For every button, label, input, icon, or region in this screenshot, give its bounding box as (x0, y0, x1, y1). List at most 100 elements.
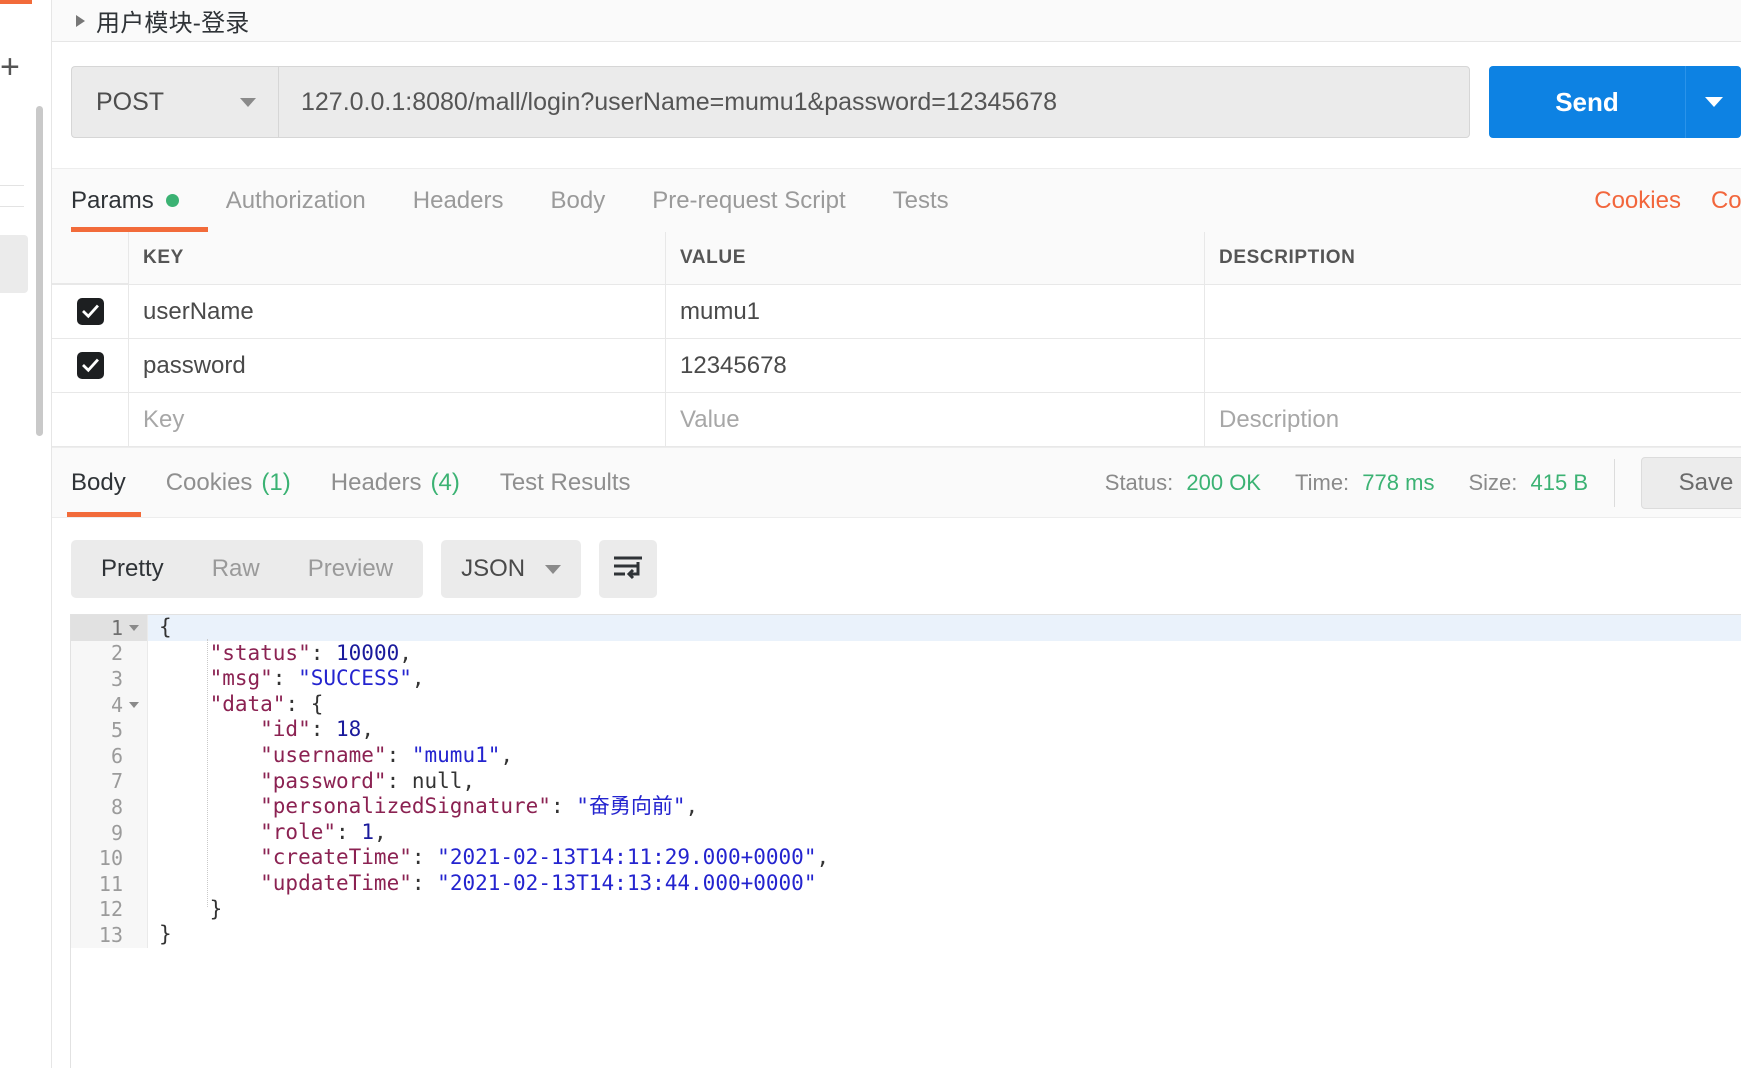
new-description-input[interactable]: Description (1205, 393, 1741, 446)
row-key[interactable]: password (129, 339, 666, 392)
breadcrumb[interactable]: 用户模块-登录 (52, 0, 1741, 42)
chevron-down-icon (545, 564, 562, 574)
word-wrap-icon (611, 553, 645, 586)
line-number: 7 (71, 768, 148, 795)
url-input[interactable]: 127.0.0.1:8080/mall/login?userName=mumu1… (278, 66, 1470, 138)
row-value[interactable]: 12345678 (666, 339, 1205, 392)
params-table-header: KEY VALUE DESCRIPTION (52, 232, 1741, 285)
tab-authorization[interactable]: Authorization (226, 169, 366, 233)
word-wrap-button[interactable] (599, 540, 658, 598)
tab-params-label: Params (71, 186, 154, 214)
code-line-text: "msg": "SUCCESS", (159, 666, 425, 691)
line-number: 5 (71, 717, 148, 743)
rail-item-selected[interactable] (0, 235, 28, 293)
tab-authorization-label: Authorization (225, 186, 366, 214)
row-value[interactable]: mumu1 (666, 285, 1205, 338)
time-label: Time: (1294, 469, 1350, 495)
header-value: VALUE (666, 232, 1205, 284)
row-checkbox-cell[interactable] (52, 285, 129, 338)
http-method-label: POST (96, 87, 165, 116)
tab-pre-request-script-label: Pre-request Script (652, 186, 846, 214)
header-description: DESCRIPTION (1219, 247, 1356, 268)
line-number: 2 (71, 640, 148, 667)
table-row-empty: Key Value Description (52, 393, 1741, 447)
response-tab-test-results[interactable]: Test Results (500, 469, 631, 497)
row-key[interactable]: userName (129, 285, 666, 338)
row-checkbox-cell[interactable] (52, 339, 129, 392)
response-tab-test-results-label: Test Results (499, 468, 631, 496)
view-mode-preview[interactable]: Preview (284, 540, 417, 598)
code-line-text: "data": { (159, 691, 324, 716)
code-link[interactable]: Cod (1711, 187, 1741, 215)
new-key-input[interactable]: Key (129, 393, 666, 446)
response-tabs: Body Cookies (1) Headers (4) Test Result… (52, 447, 1741, 517)
new-value-input[interactable]: Value (666, 393, 1205, 446)
tab-pre-request-script[interactable]: Pre-request Script (652, 169, 845, 233)
code-line-text: "status": 10000, (159, 640, 412, 665)
view-mode-pretty[interactable]: Pretty (77, 540, 188, 598)
rail-item-top[interactable] (0, 185, 24, 207)
indent-guide (207, 639, 208, 907)
line-number: 4 (71, 691, 148, 718)
table-row: userName mumu1 (52, 285, 1741, 339)
time-group: Time: 778 ms (1295, 470, 1434, 496)
code-line: 2 "status": 10000, (71, 640, 1741, 667)
rail-accent-bar (0, 0, 32, 4)
header-key: KEY (129, 232, 666, 284)
fold-toggle-icon[interactable] (129, 624, 139, 631)
code-line: 12 } (71, 896, 1741, 923)
request-tabs-right: Cookies Cod (1564, 187, 1741, 215)
breadcrumb-label: 用户模块-登录 (96, 9, 250, 37)
triangle-right-icon[interactable] (76, 14, 85, 27)
sidebar-scrollbar[interactable] (36, 106, 43, 436)
code-line: 6 "username": "mumu1", (71, 742, 1741, 769)
tab-body[interactable]: Body (551, 169, 606, 233)
language-label: JSON (461, 555, 526, 582)
response-tab-headers-count: (4) (430, 468, 460, 496)
cookies-link[interactable]: Cookies (1594, 187, 1681, 215)
code-line: 9 "role": 1, (71, 819, 1741, 846)
send-options-button[interactable] (1685, 66, 1741, 138)
response-body-code[interactable]: 1{2 "status": 10000, 3 "msg": "SUCCESS", 4… (70, 614, 1741, 1068)
request-url-row: POST 127.0.0.1:8080/mall/login?userName=… (52, 43, 1741, 161)
left-rail: + (0, 0, 52, 1068)
url-text: 127.0.0.1:8080/mall/login?userName=mumu1… (301, 87, 1058, 116)
tab-tests[interactable]: Tests (893, 169, 949, 233)
tab-params[interactable]: Params (71, 169, 179, 233)
chevron-down-icon (1704, 97, 1723, 107)
response-tab-headers[interactable]: Headers (4) (331, 469, 460, 497)
response-tab-cookies-label: Cookies (165, 468, 253, 496)
send-button[interactable]: Send (1489, 66, 1685, 138)
row-description[interactable] (1205, 339, 1741, 392)
code-line-text: "createTime": "2021-02-13T14:11:29.000+0… (159, 845, 830, 870)
tab-headers[interactable]: Headers (413, 169, 504, 233)
response-format-toolbar: Pretty Raw Preview JSON (52, 517, 1741, 620)
meta-divider (1614, 458, 1615, 507)
line-number: 1 (71, 615, 148, 641)
language-select[interactable]: JSON (441, 540, 582, 598)
new-tab-plus-icon[interactable]: + (0, 48, 26, 86)
http-method-select[interactable]: POST (71, 66, 278, 138)
chevron-down-icon[interactable] (240, 97, 256, 107)
status-label: Status: (1104, 469, 1174, 495)
response-tab-cookies[interactable]: Cookies (1) (166, 469, 291, 497)
save-response-button[interactable]: Save (1641, 456, 1741, 509)
checkbox-checked-icon[interactable] (76, 352, 104, 379)
code-line: 8 "personalizedSignature": "奋勇向前", (71, 794, 1741, 820)
size-label: Size: (1468, 469, 1518, 495)
code-line-text: } (159, 896, 223, 921)
code-line-text: "updateTime": "2021-02-13T14:13:44.000+0… (159, 870, 817, 895)
response-tab-body[interactable]: Body (71, 469, 126, 497)
row-description[interactable] (1205, 285, 1741, 338)
status-group: Status: 200 OK (1105, 470, 1261, 496)
checkbox-checked-icon[interactable] (76, 298, 104, 325)
row-checkbox-cell-empty[interactable] (52, 393, 129, 446)
view-mode-raw[interactable]: Raw (188, 540, 284, 598)
response-tab-body-label: Body (71, 468, 126, 496)
code-line-text: "username": "mumu1", (159, 742, 514, 767)
fold-toggle-icon[interactable] (129, 701, 139, 708)
code-line: 4 "data": { (71, 691, 1741, 718)
size-group: Size: 415 B (1468, 470, 1588, 496)
table-row: password 12345678 (52, 339, 1741, 393)
header-checkbox-cell (52, 232, 129, 284)
